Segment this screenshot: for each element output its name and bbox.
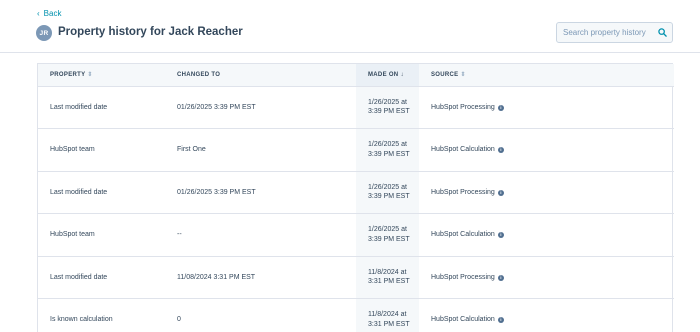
info-icon[interactable]: i xyxy=(497,189,504,196)
cell-source: HubSpot Processing i xyxy=(419,256,674,299)
cell-source: HubSpot Processing i xyxy=(419,171,674,214)
info-icon[interactable]: i xyxy=(497,104,504,111)
header-divider xyxy=(0,52,700,53)
cell-property: Is known calculation xyxy=(38,298,165,332)
source-label: HubSpot Calculation xyxy=(431,231,495,239)
cell-property: HubSpot team xyxy=(38,128,165,172)
search-icon[interactable] xyxy=(653,23,671,42)
cell-property: HubSpot team xyxy=(38,213,165,257)
cell-source: HubSpot Calculation i xyxy=(419,213,674,257)
cell-made-on: 1/26/2025 at 3:39 PM EST xyxy=(356,213,419,257)
sort-descending-icon: ↓ xyxy=(400,71,404,78)
page-title: Property history for Jack Reacher xyxy=(58,26,243,38)
table-row: Last modified date 01/26/2025 3:39 PM ES… xyxy=(38,171,674,214)
source-label: HubSpot Calculation xyxy=(431,146,495,154)
info-icon[interactable]: i xyxy=(497,232,504,239)
back-link[interactable]: ‹ Back xyxy=(37,9,61,18)
column-header-source[interactable]: SOURCE ⇕ xyxy=(419,64,674,87)
column-header-label: MADE ON xyxy=(368,71,399,78)
cell-changed-to: First One xyxy=(165,128,356,172)
cell-property: Last modified date xyxy=(38,256,165,299)
sort-icon: ⇕ xyxy=(87,72,93,79)
table-row: HubSpot team -- 1/26/2025 at 3:39 PM EST… xyxy=(38,213,674,257)
cell-made-on: 11/8/2024 at 3:31 PM EST xyxy=(356,256,419,299)
cell-source: HubSpot Calculation i xyxy=(419,298,674,332)
table-row: Last modified date 01/26/2025 3:39 PM ES… xyxy=(38,86,674,129)
back-label: Back xyxy=(43,9,62,18)
search-box xyxy=(556,22,673,43)
cell-property: Last modified date xyxy=(38,86,165,129)
cell-property: Last modified date xyxy=(38,171,165,214)
cell-made-on: 1/26/2025 at 3:39 PM EST xyxy=(356,171,419,214)
cell-changed-to: 11/08/2024 3:31 PM EST xyxy=(165,256,356,299)
cell-source: HubSpot Processing i xyxy=(419,86,674,129)
info-icon[interactable]: i xyxy=(497,317,504,324)
column-header-made-on[interactable]: MADE ON ↓ xyxy=(356,64,419,87)
column-header-label: CHANGED TO xyxy=(177,71,221,78)
cell-made-on: 1/26/2025 at 3:39 PM EST xyxy=(356,86,419,129)
source-label: HubSpot Processing xyxy=(431,103,495,111)
column-header-label: PROPERTY xyxy=(50,72,86,79)
info-icon[interactable]: i xyxy=(497,274,504,281)
column-header-label: SOURCE xyxy=(431,72,459,79)
source-label: HubSpot Processing xyxy=(431,188,495,196)
source-label: HubSpot Processing xyxy=(431,273,495,281)
search-input[interactable] xyxy=(557,23,653,42)
cell-changed-to: -- xyxy=(165,213,356,257)
column-header-changed-to: CHANGED TO xyxy=(165,64,356,87)
table-row: HubSpot team First One 1/26/2025 at 3:39… xyxy=(38,128,674,172)
source-label: HubSpot Calculation xyxy=(431,316,495,324)
info-icon[interactable]: i xyxy=(497,147,504,154)
avatar: JR xyxy=(36,25,52,41)
table-row: Last modified date 11/08/2024 3:31 PM ES… xyxy=(38,256,674,299)
chevron-left-icon: ‹ xyxy=(37,9,40,18)
property-history-table: PROPERTY ⇕ CHANGED TO MADE ON ↓ SOURCE ⇕ La… xyxy=(37,63,674,332)
cell-source: HubSpot Calculation i xyxy=(419,128,674,172)
cell-made-on: 1/26/2025 at 3:39 PM EST xyxy=(356,128,419,172)
cell-made-on: 11/8/2024 at 3:31 PM EST xyxy=(356,298,419,332)
cell-changed-to: 0 xyxy=(165,298,356,332)
table-header-row: PROPERTY ⇕ CHANGED TO MADE ON ↓ SOURCE ⇕ xyxy=(38,64,674,87)
cell-changed-to: 01/26/2025 3:39 PM EST xyxy=(165,171,356,214)
sort-icon: ⇕ xyxy=(460,72,466,79)
cell-changed-to: 01/26/2025 3:39 PM EST xyxy=(165,86,356,129)
column-header-property[interactable]: PROPERTY ⇕ xyxy=(38,64,165,87)
table-row: Is known calculation 0 11/8/2024 at 3:31… xyxy=(38,298,674,332)
